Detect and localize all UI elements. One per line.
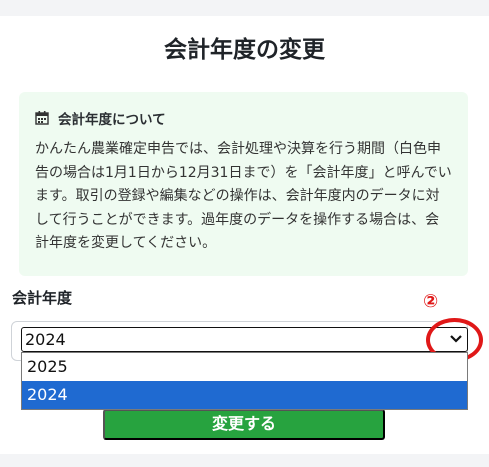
fiscal-year-label: 会計年度 <box>12 289 73 307</box>
fiscal-year-dropdown[interactable]: 2025 2024 <box>21 352 468 410</box>
info-box: 会計年度について かんたん農業確定申告では、会計処理や決算を行う期間（白色申告の… <box>19 92 468 276</box>
dropdown-option-2024[interactable]: 2024 <box>22 381 467 409</box>
info-title: 会計年度について <box>58 112 166 128</box>
info-header: 会計年度について <box>35 107 452 129</box>
annotation-number: ② <box>423 291 439 312</box>
calendar-icon <box>35 111 49 125</box>
dropdown-option-2025[interactable]: 2025 <box>22 353 467 381</box>
change-button[interactable]: 変更する <box>103 409 385 440</box>
page-title: 会計年度の変更 <box>164 37 325 63</box>
fiscal-year-select[interactable]: 2024 <box>21 327 468 352</box>
info-body-text: かんたん農業確定申告では、会計処理や決算を行う期間（白色申告の場合は1月1日から… <box>35 141 452 251</box>
